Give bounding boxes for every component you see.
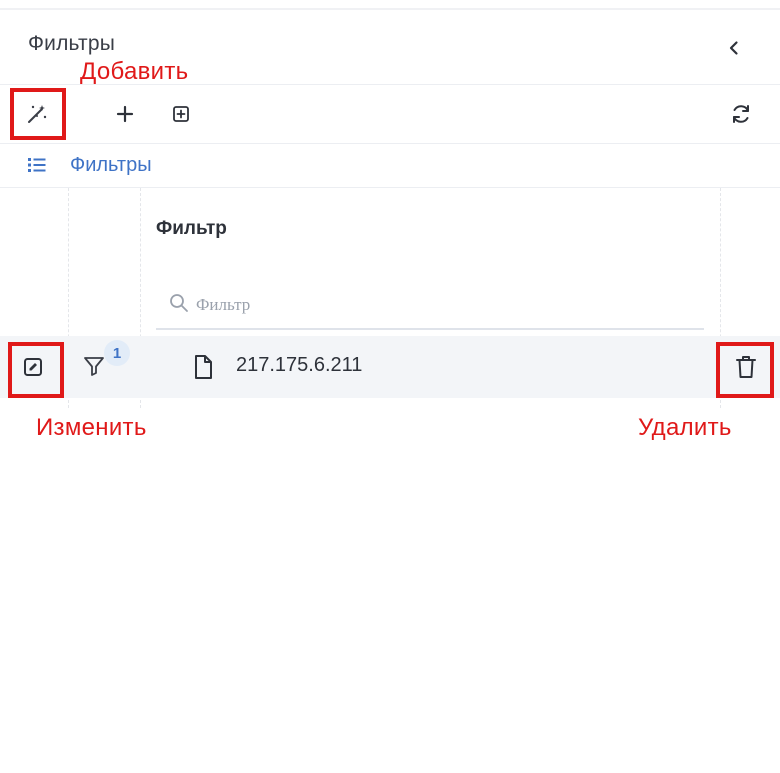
highlight-add xyxy=(10,88,66,140)
filters-table: Фильтр 1 xyxy=(0,188,780,410)
collapse-button[interactable] xyxy=(720,34,748,62)
filters-panel: Фильтры Добавить Фильтры Фильтр Фильтр 1… xyxy=(0,0,780,773)
panel-title: Фильтры xyxy=(28,32,116,55)
filter-count-badge: 1 xyxy=(104,340,130,366)
toolbar xyxy=(0,84,780,144)
row-value[interactable]: 217.175.6.211 xyxy=(236,354,362,377)
annotation-add: Добавить xyxy=(80,58,189,85)
highlight-edit xyxy=(8,342,64,398)
funnel-icon xyxy=(84,357,104,376)
breadcrumb-item-filters[interactable]: Фильтры xyxy=(70,154,152,177)
file-icon xyxy=(195,355,212,379)
add-box-button[interactable] xyxy=(164,97,198,131)
top-divider xyxy=(0,8,780,10)
column-filter-box xyxy=(156,286,704,330)
list-icon xyxy=(28,158,46,172)
refresh-button[interactable] xyxy=(724,97,758,131)
table-row[interactable]: 1 217.175.6.211 xyxy=(0,336,780,398)
search-icon xyxy=(170,294,188,312)
chevron-left-icon xyxy=(729,41,738,55)
annotation-delete: Удалить xyxy=(638,414,732,441)
breadcrumb: Фильтры xyxy=(0,143,780,188)
refresh-icon xyxy=(733,105,749,123)
column-filter-input[interactable] xyxy=(194,288,678,322)
column-header-filter: Фильтр xyxy=(156,218,227,239)
plus-icon xyxy=(116,105,134,123)
highlight-delete xyxy=(716,342,774,398)
add-box-icon xyxy=(173,106,189,122)
plus-button[interactable] xyxy=(108,97,142,131)
annotation-edit: Изменить xyxy=(36,414,147,441)
